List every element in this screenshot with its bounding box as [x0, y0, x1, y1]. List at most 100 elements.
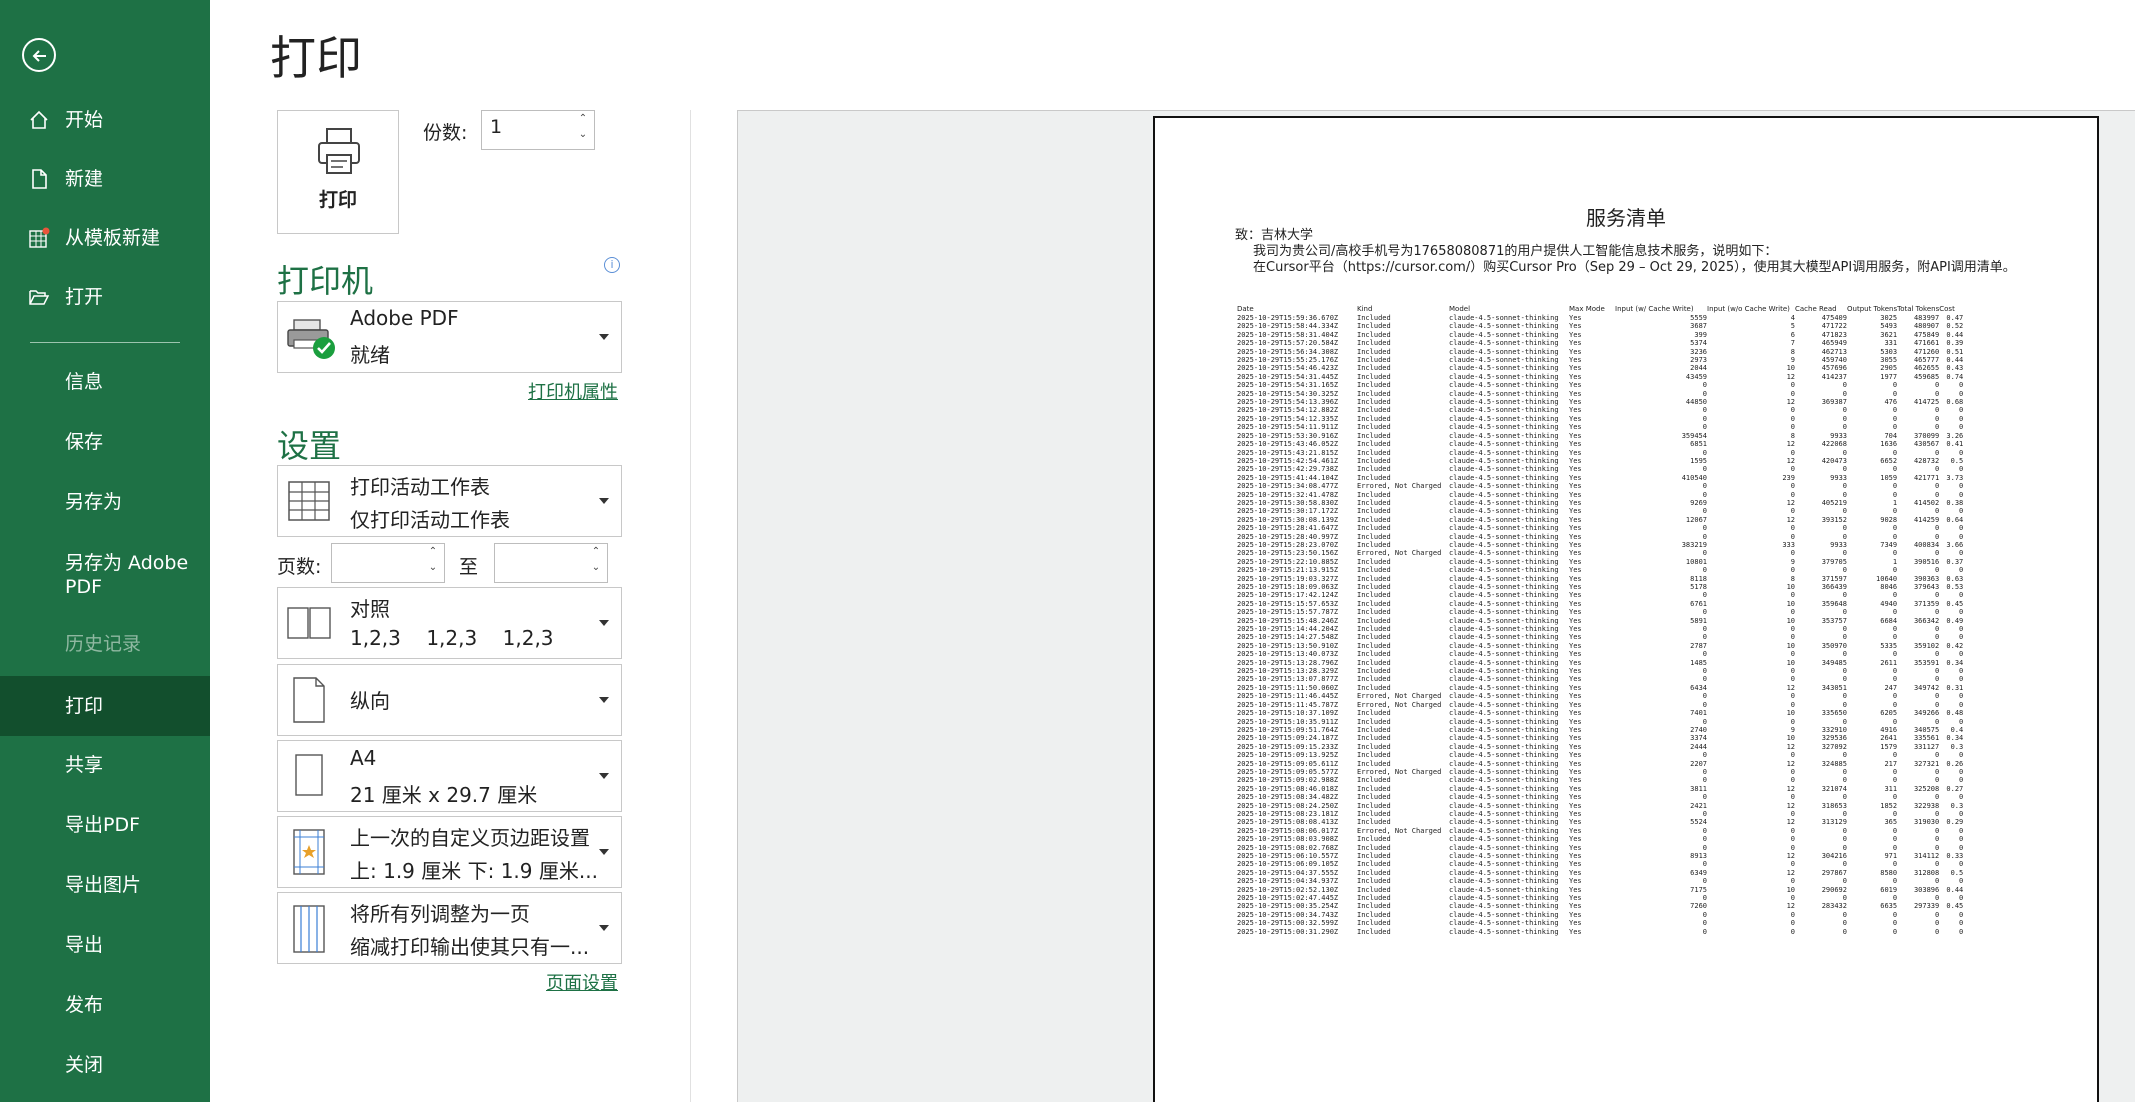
table-cell: Yes — [1569, 801, 1582, 810]
table-cell: 0 — [1790, 809, 1795, 818]
table-cell: 2025-10-29T15:30:58.830Z — [1237, 498, 1339, 507]
margins-select[interactable]: 上一次的自定义页边距设置 上: 1.9 厘米 下: 1.9 厘米... — [277, 816, 622, 888]
table-cell: 0 — [1842, 835, 1847, 844]
table-cell: 379643 — [1913, 583, 1940, 591]
table-cell: 327092 — [1821, 742, 1847, 751]
table-cell: Yes — [1569, 515, 1582, 524]
chevron-down-icon[interactable]: ⌄ — [426, 562, 440, 578]
table-cell: 462655 — [1913, 364, 1940, 373]
nav-export-pdf[interactable]: 导出PDF — [0, 801, 210, 849]
collation-select[interactable]: 对照 1,2,3 1,2,3 1,2,3 — [277, 587, 622, 659]
table-cell: 0.53 — [1946, 583, 1964, 591]
pages-to-stepper[interactable]: ⌃ ⌄ — [494, 543, 608, 583]
table-cell: claude-4.5-sonnet-thinking — [1449, 868, 1559, 877]
table-cell: 0 — [1892, 692, 1898, 701]
table-cell: 12 — [1786, 902, 1795, 911]
nav-export-image-label: 导出图片 — [65, 874, 142, 896]
nav-new[interactable]: 新建 — [0, 155, 210, 203]
table-cell: 0 — [1842, 793, 1847, 802]
chevron-down-icon[interactable]: ⌄ — [589, 562, 603, 578]
orientation-select[interactable]: 纵向 — [277, 664, 622, 736]
table-cell: Included — [1357, 398, 1391, 407]
table-cell: 44850 — [1685, 398, 1707, 407]
nav-save-as-adobe-pdf[interactable]: 另存为 Adobe PDF — [0, 551, 188, 599]
nav-save-as[interactable]: 另存为 — [0, 478, 210, 526]
nav-share[interactable]: 共享 — [0, 741, 210, 789]
table-cell: claude-4.5-sonnet-thinking — [1449, 885, 1559, 894]
table-cell: 12 — [1786, 742, 1795, 751]
table-cell: 0 — [1790, 389, 1795, 398]
table-cell: 7349 — [1880, 540, 1898, 549]
table-cell: Yes — [1569, 490, 1582, 499]
copies-stepper[interactable]: 1 ⌃ ⌄ — [481, 110, 595, 150]
table-cell: claude-4.5-sonnet-thinking — [1449, 742, 1559, 751]
printer-select[interactable]: Adobe PDF 就绪 — [277, 301, 622, 373]
print-what-select[interactable]: 打印活动工作表 仅打印活动工作表 — [277, 465, 622, 537]
table-cell: 0 — [1892, 826, 1898, 835]
paper-size-select[interactable]: A4 21 厘米 x 29.7 厘米 — [277, 740, 622, 812]
pages-from-stepper[interactable]: ⌃ ⌄ — [331, 543, 445, 583]
table-cell: 0 — [1702, 507, 1707, 516]
table-cell: Yes — [1569, 852, 1582, 860]
table-cell: 2025-10-29T15:11:45.787Z — [1237, 700, 1339, 709]
print-button[interactable]: 打印 — [277, 110, 399, 234]
table-cell: 0 — [1959, 507, 1964, 516]
table-row: 2025-10-29T15:30:08.139Z Included claude-4… — [1237, 516, 1963, 524]
nav-info[interactable]: 信息 — [0, 358, 210, 406]
table-cell: 0 — [1702, 532, 1707, 541]
table-cell: 0 — [1702, 717, 1707, 726]
table-cell: 0 — [1790, 767, 1795, 776]
back-button[interactable] — [22, 38, 56, 72]
table-cell: 12 — [1786, 759, 1795, 768]
table-cell: 9 — [1790, 557, 1795, 566]
table-cell: 2025-10-29T15:23:50.156Z — [1237, 549, 1339, 558]
chevron-down-icon[interactable]: ⌄ — [576, 129, 590, 145]
chevron-up-icon[interactable]: ⌃ — [426, 546, 440, 562]
nav-export-image[interactable]: 导出图片 — [0, 861, 210, 909]
table-cell: 421771 — [1913, 473, 1940, 482]
printer-properties-link[interactable]: 打印机属性 — [528, 378, 618, 404]
table-cell: 8 — [1790, 347, 1795, 356]
table-header-cell: Output Tokens — [1847, 304, 1898, 313]
table-cell: claude-4.5-sonnet-thinking — [1449, 574, 1559, 583]
table-row: 2025-10-29T15:54:31.445Z Included claude-4… — [1237, 373, 1963, 381]
table-cell: 0 — [1935, 877, 1940, 886]
table-cell: 0 — [1959, 608, 1964, 617]
scaling-select[interactable]: 将所有列调整为一页 缩减打印输出使其只有一... — [277, 892, 622, 964]
table-cell: 0 — [1959, 381, 1964, 390]
table-cell: 0 — [1842, 650, 1847, 659]
table-cell: 0 — [1702, 809, 1707, 818]
table-cell: 0 — [1935, 843, 1940, 852]
table-cell: Yes — [1569, 583, 1582, 591]
nav-info-label: 信息 — [65, 371, 104, 393]
table-cell: 0 — [1842, 381, 1847, 390]
nav-new-from-template[interactable]: 从模板新建 — [0, 214, 210, 262]
nav-publish[interactable]: 发布 — [0, 981, 210, 1029]
table-cell: claude-4.5-sonnet-thinking — [1449, 692, 1559, 701]
table-cell: 314112 — [1913, 852, 1940, 860]
table-row: 2025-10-29T15:23:50.156Z Errored, Not Cha… — [1237, 549, 1963, 557]
info-icon[interactable]: i — [604, 257, 620, 273]
nav-save[interactable]: 保存 — [0, 418, 210, 466]
table-cell: 0 — [1790, 650, 1795, 659]
chevron-up-icon[interactable]: ⌃ — [589, 546, 603, 562]
chevron-up-icon[interactable]: ⌃ — [576, 113, 590, 129]
table-cell: 0.5 — [1950, 456, 1964, 465]
table-cell: 0 — [1842, 894, 1847, 903]
nav-open[interactable]: 打开 — [0, 273, 210, 321]
table-row: 2025-10-29T15:09:13.925Z Included claude-4… — [1237, 751, 1963, 759]
table-cell: 2025-10-29T15:08:02.768Z — [1237, 843, 1339, 852]
table-cell: Errored, Not Charged — [1357, 549, 1442, 558]
table-cell: 0 — [1790, 381, 1795, 390]
table-cell: Included — [1357, 759, 1391, 768]
table-cell: Yes — [1569, 356, 1582, 365]
table-cell: claude-4.5-sonnet-thinking — [1449, 448, 1559, 457]
table-cell: 2025-10-29T15:11:46.445Z — [1237, 692, 1339, 701]
nav-print[interactable]: 打印 — [0, 676, 210, 736]
nav-home[interactable]: 开始 — [0, 96, 210, 144]
page-setup-link[interactable]: 页面设置 — [546, 969, 618, 995]
nav-close[interactable]: 关闭 — [0, 1041, 210, 1089]
table-cell: Included — [1357, 347, 1391, 356]
nav-export[interactable]: 导出 — [0, 921, 210, 969]
table-cell: 3236 — [1690, 347, 1707, 356]
